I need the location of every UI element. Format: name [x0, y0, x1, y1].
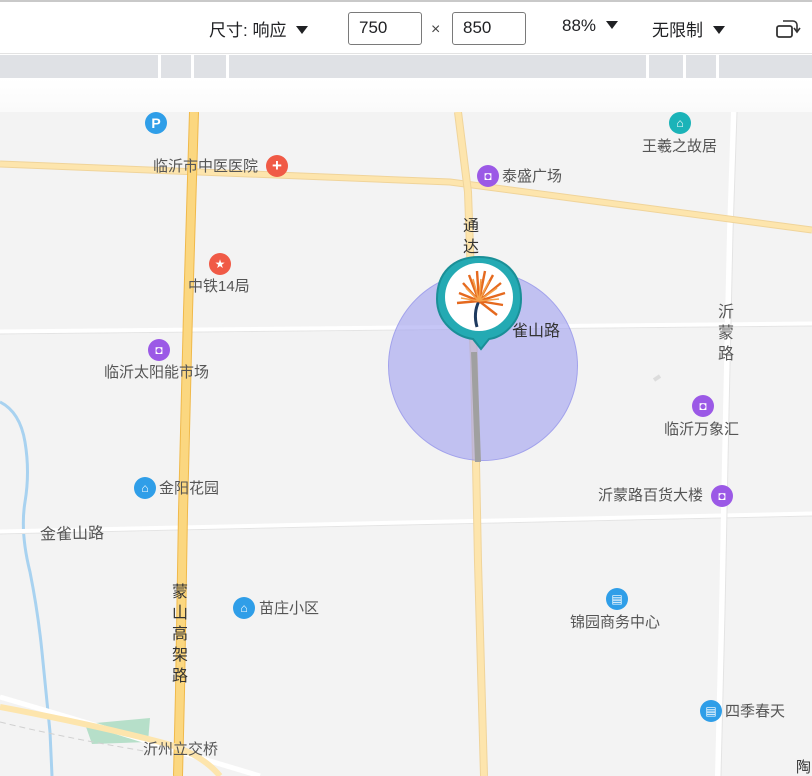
river — [0, 400, 54, 776]
shopping-bag-icon: ◘ — [477, 165, 499, 187]
ruler-tick[interactable] — [158, 55, 161, 78]
media-query-ruler — [0, 55, 812, 78]
road-label-mengshan: 蒙山高架路 — [171, 584, 188, 685]
map-view[interactable]: 通达路 雀山路 沂蒙路 金雀山路 蒙山高架路 陶 P 临沂市中医医院 + ⌂ 王… — [0, 112, 812, 776]
road-yimeng — [715, 112, 737, 776]
page-top-area — [0, 78, 812, 112]
dimensions-label: 尺寸: 响应 — [209, 21, 287, 40]
road-label-yimeng: 沂蒙路 — [717, 304, 734, 363]
poi-miaozhuang-label[interactable]: 苗庄小区 — [259, 599, 319, 619]
shopping-bag-icon: ◘ — [692, 395, 714, 417]
ruler-tick[interactable] — [646, 55, 649, 78]
poi-taisheng-label[interactable]: 泰盛广场 — [502, 167, 562, 187]
residence-icon: ⌂ — [134, 477, 156, 499]
landmark-icon: ⌂ — [669, 112, 691, 134]
poi-siji-label[interactable]: 四季春天 — [725, 702, 785, 722]
hospital-cross-icon: + — [266, 155, 288, 177]
building-icon: ▤ — [700, 700, 722, 722]
times-symbol: × — [431, 21, 441, 38]
poi-hospital[interactable]: 临沂市中医医院 — [153, 157, 258, 177]
road-north-arterial — [0, 161, 812, 233]
chevron-down-icon — [713, 25, 725, 34]
parking-icon[interactable]: P — [145, 112, 167, 134]
dimensions-dropdown[interactable]: 尺寸: 响应 — [209, 16, 309, 41]
rotate-icon[interactable] — [775, 17, 801, 41]
poi-zhongtie-label[interactable]: 中铁14局 — [188, 277, 250, 297]
height-input[interactable]: 850 — [452, 12, 526, 45]
road-label-tao: 陶 — [796, 759, 812, 776]
chevron-down-icon — [296, 25, 309, 34]
poi-wanxianghui-label[interactable]: 临沂万象汇 — [664, 420, 739, 440]
chevron-down-icon — [606, 20, 619, 29]
poi-jinyuan-label[interactable]: 锦园商务中心 — [570, 613, 660, 633]
poi-interchange-label[interactable]: 沂州立交桥 — [143, 740, 218, 760]
residence-icon: ⌂ — [233, 597, 255, 619]
shopping-bag-icon: ◘ — [148, 339, 170, 361]
star-icon: ★ — [209, 253, 231, 275]
road-label-jinque-west: 金雀山路 — [39, 525, 105, 544]
ruler-tick[interactable] — [683, 55, 686, 78]
road-jinque-lower — [0, 511, 812, 535]
zoom-dropdown[interactable]: 88% — [562, 16, 619, 36]
ruler-tick[interactable] — [191, 55, 194, 78]
shopping-bag-icon: ◘ — [711, 485, 733, 507]
poi-jinyang-label[interactable]: 金阳花园 — [159, 479, 219, 499]
width-input[interactable]: 750 — [348, 12, 422, 45]
ruler-tick[interactable] — [226, 55, 229, 78]
poi-solar-market-label[interactable]: 临沂太阳能市场 — [104, 363, 209, 383]
throttle-label: 无限制 — [652, 21, 703, 40]
location-marker[interactable] — [433, 253, 525, 353]
poi-wangxi-label[interactable]: 王羲之故居 — [642, 137, 717, 157]
building-icon: ▤ — [606, 588, 628, 610]
road-network — [0, 112, 812, 776]
zoom-label: 88% — [562, 16, 597, 35]
poi-department-store-label[interactable]: 沂蒙路百货大楼 — [598, 486, 703, 506]
throttle-dropdown[interactable]: 无限制 — [652, 16, 725, 41]
route-segment — [471, 352, 481, 462]
map-fragment — [652, 374, 662, 382]
ruler-tick[interactable] — [716, 55, 719, 78]
device-toolbar: 尺寸: 响应 750 × 850 88% 无限制 — [0, 0, 812, 54]
poi-hospital-label: 临沂市中医医院 — [153, 158, 259, 175]
